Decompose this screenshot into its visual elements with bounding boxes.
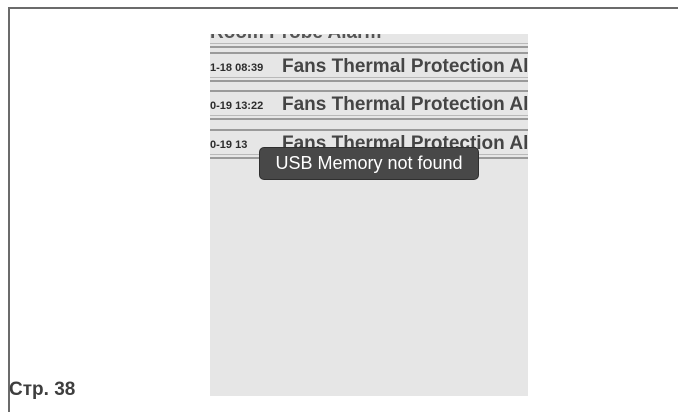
alarm-time: 0-19 13 [210, 139, 248, 151]
alarm-row[interactable]: 1-18 08:39 Fans Thermal Protection Al [210, 52, 528, 82]
alarm-text: Room Probe Alarm [210, 34, 381, 44]
alarm-time: 0-19 13:22 [210, 100, 264, 112]
alarm-text: Fans Thermal Protection Al [282, 56, 528, 77]
alarm-text: Fans Thermal Protection Al [282, 94, 528, 115]
alarm-time: 1-18 08:39 [210, 62, 264, 74]
alarm-row[interactable]: Room Probe Alarm [210, 34, 528, 48]
usb-not-found-toast: USB Memory not found [259, 147, 479, 180]
device-screen: Room Probe Alarm 1-18 08:39 Fans Thermal… [210, 34, 528, 396]
alarm-row[interactable]: 0-19 13:22 Fans Thermal Protection Al [210, 90, 528, 120]
page-number: Стр. 38 [9, 379, 76, 400]
